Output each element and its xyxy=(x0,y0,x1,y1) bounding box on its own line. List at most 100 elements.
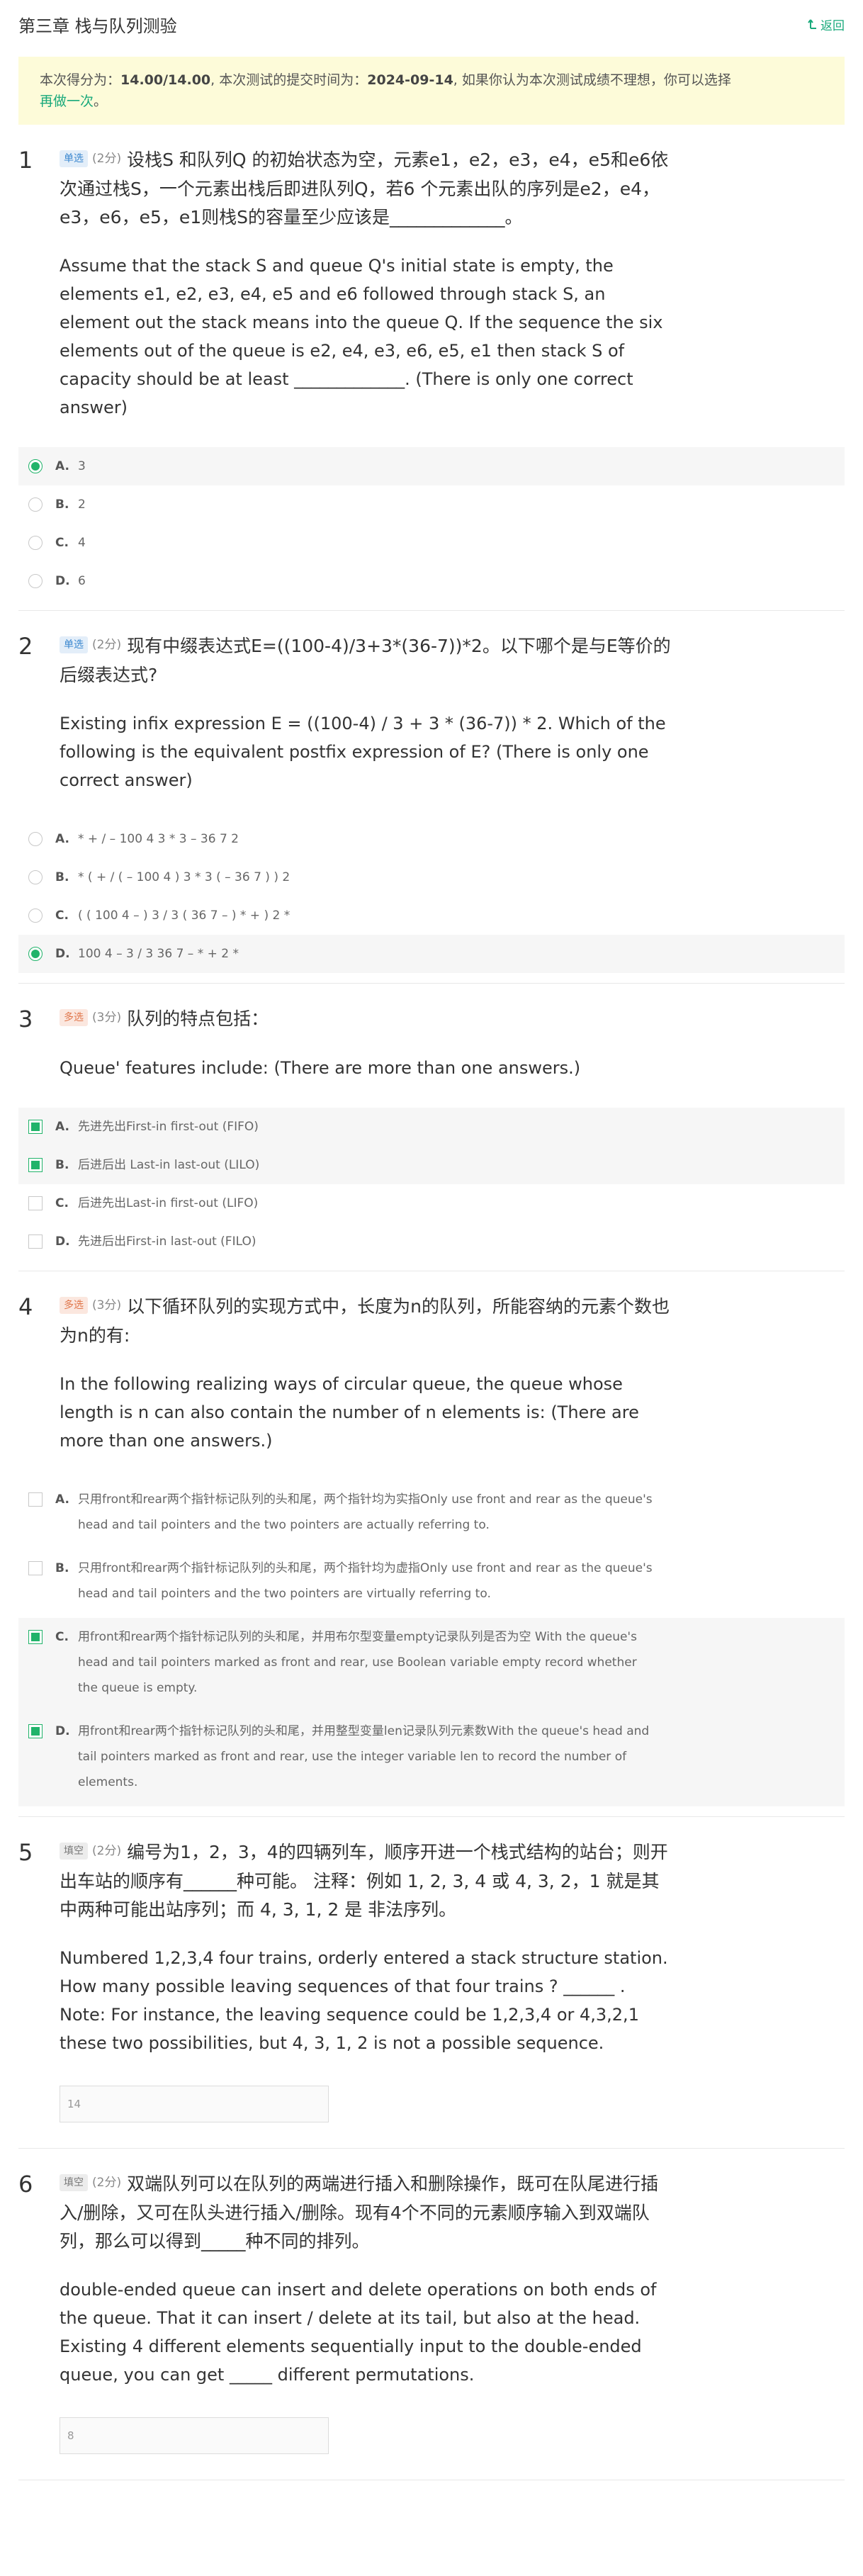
checkbox[interactable] xyxy=(28,1158,43,1172)
option-label: C. xyxy=(55,1630,69,1644)
radio-button[interactable] xyxy=(28,459,43,473)
option-b[interactable]: B. * ( + / ( – 100 4 ) 3 * 3 ( – 36 7 ) … xyxy=(18,858,845,896)
option-a[interactable]: A. 只用front和rear两个指针标记队列的头和尾，两个指针均为实指Only… xyxy=(18,1480,845,1549)
option-d[interactable]: D. 先进后出First-in last-out (FILO) xyxy=(18,1222,845,1261)
radio-button[interactable] xyxy=(28,536,43,550)
notice-prefix: 本次得分为： xyxy=(40,72,121,88)
option-c[interactable]: C. 后进先出Last-in first-out (LIFO) xyxy=(18,1184,845,1222)
option-list: A. 3 B. 2 C. 4 D. 6 xyxy=(18,447,845,610)
radio-button[interactable] xyxy=(28,947,43,961)
checkbox[interactable] xyxy=(28,1196,43,1210)
question-title: 填空 (2分) 编号为1，2，3，4的四辆列车，顺序开进一个栈式结构的站台；则开出车… xyxy=(60,1838,676,1924)
question-score: (3分) xyxy=(92,1011,122,1025)
question-text-en: Assume that the stack S and queue Q's in… xyxy=(60,256,663,417)
question-text-en: double-ended queue can insert and delete… xyxy=(60,2280,657,2385)
question-type-badge: 填空 xyxy=(60,1843,88,1860)
question-score: (2分) xyxy=(92,2176,122,2190)
option-label: A. xyxy=(55,1492,69,1507)
answer-input[interactable]: 8 xyxy=(60,2417,329,2454)
question-2: 2 单选 (2分) 现有中缀表达式E=((100-4)/3+3*(36-7))*2。… xyxy=(18,611,845,984)
option-text: 6 xyxy=(78,574,86,588)
option-text: 只用front和rear两个指针标记队列的头和尾，两个指针均为虚指Only us… xyxy=(78,1561,653,1601)
option-label: A. xyxy=(55,1120,69,1134)
option-text: 100 4 – 3 / 3 36 7 – * + 2 * xyxy=(78,947,239,961)
question-text-cn: 以下循环队列的实现方式中，长度为n的队列，所能容纳的元素个数也为n的有: xyxy=(60,1296,670,1346)
page-title: 第三章 栈与队列测验 xyxy=(18,16,177,36)
question-text-cn: 现有中缀表达式E=((100-4)/3+3*(36-7))*2。以下哪个是与E等… xyxy=(60,636,671,685)
page-header: 第三章 栈与队列测验 返回 xyxy=(0,0,863,48)
back-label: 返回 xyxy=(820,18,845,33)
question-type-badge: 单选 xyxy=(60,150,88,167)
option-label: B. xyxy=(55,1561,69,1575)
return-icon xyxy=(808,19,816,29)
option-text: 4 xyxy=(78,536,86,550)
option-label: B. xyxy=(55,497,69,512)
question-4: 4 多选 (3分) 以下循环队列的实现方式中，长度为n的队列，所能容纳的元素个数也为… xyxy=(18,1271,845,1817)
option-list: A. 只用front和rear两个指针标记队列的头和尾，两个指针均为实指Only… xyxy=(18,1480,845,1816)
option-c[interactable]: C. 4 xyxy=(18,524,845,562)
option-label: A. xyxy=(55,459,69,473)
option-b[interactable]: B. 后进后出 Last-in last-out (LILO) xyxy=(18,1146,845,1184)
option-label: B. xyxy=(55,1158,69,1172)
notice-mid: , 本次测试的提交时间为： xyxy=(210,72,368,88)
question-title: 填空 (2分) 双端队列可以在队列的两端进行插入和删除操作，既可在队尾进行插入/删除… xyxy=(60,2170,676,2256)
radio-button[interactable] xyxy=(28,870,43,884)
option-d[interactable]: D. 用front和rear两个指针标记队列的头和尾，并用整型变量len记录队列… xyxy=(18,1712,845,1806)
option-a[interactable]: A. * + / – 100 4 3 * 3 – 36 7 2 xyxy=(18,820,845,858)
option-label: D. xyxy=(55,947,70,961)
option-d[interactable]: D. 6 xyxy=(18,562,845,600)
option-b[interactable]: B. 只用front和rear两个指针标记队列的头和尾，两个指针均为虚指Only… xyxy=(18,1549,845,1618)
radio-button[interactable] xyxy=(28,909,43,923)
option-text: ( ( 100 4 – ) 3 / 3 ( 36 7 – ) * + ) 2 * xyxy=(78,909,291,923)
question-3: 3 多选 (3分) 队列的特点包括： Queue' features include… xyxy=(18,984,845,1271)
checkbox[interactable] xyxy=(28,1234,43,1249)
option-a[interactable]: A. 3 xyxy=(18,447,845,485)
question-title: 多选 (3分) 队列的特点包括： xyxy=(60,1005,676,1034)
question-text-en: Queue' features include: (There are more… xyxy=(60,1058,581,1078)
question-title: 单选 (2分) 设栈S 和队列Q 的初始状态为空，元素e1，e2，e3，e4，e5和… xyxy=(60,146,676,232)
radio-button[interactable] xyxy=(28,574,43,588)
question-1: 1 单选 (2分) 设栈S 和队列Q 的初始状态为空，元素e1，e2，e3，e4，e… xyxy=(18,125,845,611)
question-number: 6 xyxy=(18,2171,33,2198)
question-title: 多选 (3分) 以下循环队列的实现方式中，长度为n的队列，所能容纳的元素个数也为n的… xyxy=(60,1293,676,1350)
option-c[interactable]: C. ( ( 100 4 – ) 3 / 3 ( 36 7 – ) * + ) … xyxy=(18,896,845,935)
checkbox[interactable] xyxy=(28,1561,43,1575)
notice-end: 。 xyxy=(94,94,108,109)
option-d[interactable]: D. 100 4 – 3 / 3 36 7 – * + 2 * xyxy=(18,935,845,973)
radio-button[interactable] xyxy=(28,832,43,846)
checkbox[interactable] xyxy=(28,1724,43,1738)
checkbox[interactable] xyxy=(28,1492,43,1507)
option-b[interactable]: B. 2 xyxy=(18,485,845,524)
option-text: 先进先出First-in first-out (FIFO) xyxy=(78,1120,259,1134)
checkbox[interactable] xyxy=(28,1120,43,1134)
question-number: 1 xyxy=(18,147,33,174)
question-text-cn: 队列的特点包括： xyxy=(127,1008,269,1029)
question-text-en: Numbered 1,2,3,4 four trains, orderly en… xyxy=(60,1948,668,2053)
back-link[interactable]: 返回 xyxy=(808,16,845,33)
option-text: 后进先出Last-in first-out (LIFO) xyxy=(78,1196,259,1210)
question-text-en: Existing infix expression E = ((100-4) /… xyxy=(60,714,666,790)
notice-score: 14.00/14.00 xyxy=(120,72,211,88)
radio-button[interactable] xyxy=(28,497,43,512)
option-text: 用front和rear两个指针标记队列的头和尾，并用整型变量len记录队列元素数… xyxy=(78,1724,650,1789)
checkbox[interactable] xyxy=(28,1630,43,1644)
question-type-badge: 多选 xyxy=(60,1297,88,1314)
option-label: D. xyxy=(55,574,70,588)
option-a[interactable]: A. 先进先出First-in first-out (FIFO) xyxy=(18,1108,845,1146)
option-label: C. xyxy=(55,1196,69,1210)
answer-input[interactable]: 14 xyxy=(60,2086,329,2122)
question-type-badge: 填空 xyxy=(60,2174,88,2191)
question-text-en: In the following realizing ways of circu… xyxy=(60,1374,639,1451)
question-score: (3分) xyxy=(92,1298,122,1312)
question-type-badge: 单选 xyxy=(60,636,88,653)
question-list: 1 单选 (2分) 设栈S 和队列Q 的初始状态为空，元素e1，e2，e3，e4，e… xyxy=(0,125,863,2480)
option-text: * + / – 100 4 3 * 3 – 36 7 2 xyxy=(78,832,239,846)
retry-link[interactable]: 再做一次 xyxy=(40,94,94,109)
question-6: 6 填空 (2分) 双端队列可以在队列的两端进行插入和删除操作，既可在队尾进行插入/… xyxy=(18,2149,845,2480)
option-text: 3 xyxy=(78,459,86,473)
option-c[interactable]: C. 用front和rear两个指针标记队列的头和尾，并用布尔型变量empty记… xyxy=(18,1618,845,1712)
score-notice: 本次得分为：14.00/14.00, 本次测试的提交时间为：2024-09-14… xyxy=(18,57,845,125)
question-score: (2分) xyxy=(92,638,122,652)
question-number: 5 xyxy=(18,1839,33,1866)
option-text: 只用front和rear两个指针标记队列的头和尾，两个指针均为实指Only us… xyxy=(78,1492,653,1532)
